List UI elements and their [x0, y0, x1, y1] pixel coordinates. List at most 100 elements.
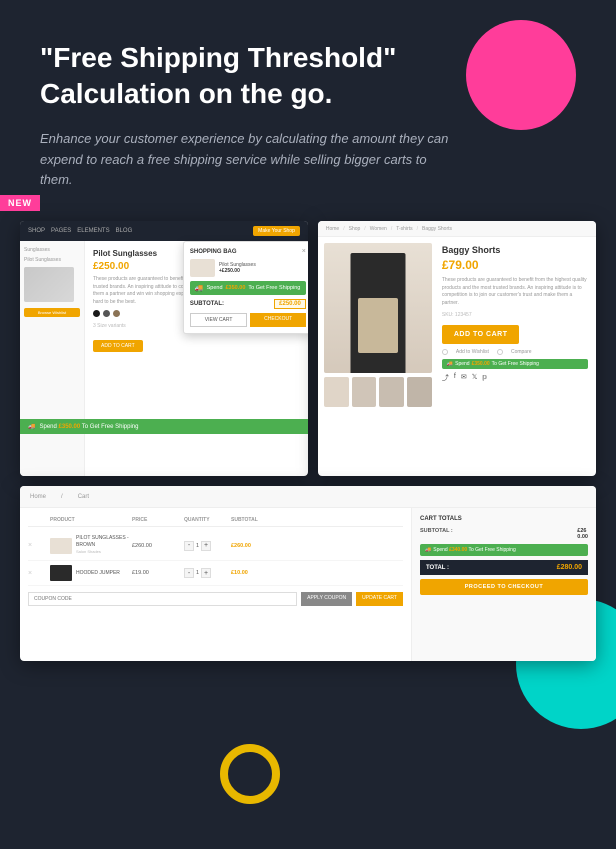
product-images — [318, 237, 438, 476]
product-detail-body: Baggy Shorts £79.00 These products are g… — [318, 237, 596, 476]
proceed-to-checkout-button[interactable]: PROCEED TO CHECKOUT — [420, 579, 588, 595]
product-shipping-amount: £350.00 — [472, 361, 490, 367]
sidebar-subbreadcrumb: Pilot Sunglasses — [24, 257, 80, 263]
cart-item-price: +£250.00 — [219, 268, 256, 274]
wishlist-label[interactable]: Add to Wishlist — [456, 349, 489, 355]
cart-subtotal-label: SUBTOTAL : — [420, 528, 453, 540]
cart-item-info: Pilot Sunglasses +£250.00 — [219, 262, 256, 274]
cart-table: PRODUCT PRICE QUANTITY SUBTOTAL × PILOT … — [20, 508, 411, 661]
item-1-subtotal: £260.00 — [231, 543, 286, 549]
browse-wishlist-btn[interactable]: Browse Wishlist — [24, 308, 80, 317]
bottom-shipping-banner: 🚚 Spend £350.00 To Get Free Shipping — [20, 419, 308, 434]
cart-total-label: TOTAL : — [426, 565, 449, 571]
qty-increase-1[interactable]: + — [201, 541, 211, 551]
screenshot-product-detail: Home / Shop / Women / T-shirts / Baggy S… — [318, 221, 596, 476]
shipping-truck-icon: 🚚 — [447, 361, 453, 367]
item-2-qty-control: - 1 + — [184, 568, 229, 578]
cart-total-value: £280.00 — [557, 564, 582, 571]
item-2-price: £19.00 — [132, 570, 182, 576]
breadcrumb-women[interactable]: Women — [370, 226, 387, 232]
screenshot-product-page: SHOP PAGES ELEMENTS BLOG Make Your Shop … — [20, 221, 308, 476]
screenshot-cart: Home / Cart PRODUCT PRICE QUANTITY SUBTO… — [20, 486, 596, 661]
cart-item-image — [190, 259, 215, 277]
screenshots-row1: SHOP PAGES ELEMENTS BLOG Make Your Shop … — [20, 221, 596, 476]
add-to-cart-big-button[interactable]: ADD TO CART — [442, 325, 520, 344]
wishlist-compare-row: Add to Wishlist Compare — [442, 349, 588, 355]
qty-value-1: 1 — [196, 543, 199, 549]
col-remove — [28, 517, 48, 523]
product-thumb-2[interactable] — [352, 377, 377, 407]
cart-body: PRODUCT PRICE QUANTITY SUBTOTAL × PILOT … — [20, 508, 596, 661]
checkout-button[interactable]: CHECKOUT — [250, 313, 306, 327]
free-shipping-banner: 🚚 Spend £350.00 To Get Free Shipping — [190, 281, 306, 295]
cart-popup: SHOPPING BAG × Pilot Sunglasses +£250.00… — [183, 241, 308, 334]
item-2-name: HOODED JUMPER — [76, 570, 120, 577]
compare-label[interactable]: Compare — [511, 349, 532, 355]
product-thumb-3[interactable] — [379, 377, 404, 407]
color-dot-black[interactable] — [93, 310, 100, 317]
cart-close-icon[interactable]: × — [302, 248, 306, 255]
twitter-icon[interactable]: 𝕏 — [472, 373, 478, 383]
remove-item-2-button[interactable]: × — [28, 570, 48, 577]
breadcrumb-tshirts[interactable]: T-shirts — [396, 226, 412, 232]
qty-decrease-2[interactable]: - — [184, 568, 194, 578]
cart-shipping-icon: 🚚 — [425, 547, 431, 553]
cart-table-header: PRODUCT PRICE QUANTITY SUBTOTAL — [28, 514, 403, 527]
color-dot-gray[interactable] — [103, 310, 110, 317]
wishlist-checkbox[interactable] — [442, 349, 448, 355]
breadcrumb-shop[interactable]: Shop — [349, 226, 361, 232]
truck-icon: 🚚 — [195, 284, 204, 292]
sidebar-product-thumb — [24, 267, 74, 302]
item-2-info: HOODED JUMPER — [50, 565, 130, 581]
share-icon[interactable]: ⤴ — [442, 373, 449, 383]
compare-checkbox[interactable] — [497, 349, 503, 355]
nav-item-blog[interactable]: BLOG — [116, 228, 133, 234]
main-title: "Free Shipping Threshold" Calculation on… — [40, 40, 460, 113]
product-thumb-4[interactable] — [407, 377, 432, 407]
cart-row-2: × HOODED JUMPER £19.00 - 1 + £10.00 — [28, 561, 403, 586]
cart-breadcrumb-cart[interactable]: Cart — [78, 494, 89, 500]
facebook-icon[interactable]: f — [454, 373, 456, 383]
product-detail-info: Baggy Shorts £79.00 These products are g… — [438, 237, 596, 476]
qty-decrease-1[interactable]: - — [184, 541, 194, 551]
social-share-icons: ⤴ f ✉ 𝕏 𝕡 — [442, 373, 588, 383]
update-cart-button[interactable]: UPDATE CART — [356, 592, 403, 606]
product-page-body: Sunglasses Pilot Sunglasses Browse Wishl… — [20, 241, 308, 476]
subtitle-text: Enhance your customer experience by calc… — [40, 129, 460, 191]
product-main-image[interactable] — [324, 243, 432, 373]
coupon-input[interactable] — [28, 592, 297, 606]
color-dot-brown[interactable] — [113, 310, 120, 317]
item-1-info: PILOT SUNGLASSES - BROWNSalon Shades — [50, 535, 130, 556]
cart-subtotal-row: SUBTOTAL : £260.00 — [420, 528, 588, 540]
breadcrumb-home[interactable]: Home — [326, 226, 339, 232]
product-detail-price: £79.00 — [442, 258, 588, 272]
remove-item-1-button[interactable]: × — [28, 542, 48, 549]
email-icon[interactable]: ✉ — [461, 373, 467, 383]
breadcrumb-baggy[interactable]: Baggy Shorts — [422, 226, 452, 232]
product-sku: SKU: 123457 — [442, 312, 588, 318]
header-section: "Free Shipping Threshold" Calculation on… — [0, 0, 616, 211]
product-detail-desc: These products are guaranteed to benefit… — [442, 277, 588, 307]
add-to-cart-button[interactable]: ADD TO CART — [93, 340, 143, 352]
qty-increase-2[interactable]: + — [201, 568, 211, 578]
cart-header: Home / Cart — [20, 486, 596, 508]
cart-item: Pilot Sunglasses +£250.00 — [190, 259, 306, 277]
product-thumb-1[interactable] — [324, 377, 349, 407]
coupon-section: APPLY COUPON UPDATE CART — [28, 592, 403, 606]
shipping-text-pre: Spend — [207, 285, 223, 291]
product-detail-name: Baggy Shorts — [442, 245, 588, 255]
nav-cta-btn[interactable]: Make Your Shop — [253, 226, 300, 236]
nav-item-elements[interactable]: ELEMENTS — [77, 228, 109, 234]
product-sidebar: Sunglasses Pilot Sunglasses Browse Wishl… — [20, 241, 85, 476]
shipping-banner-text: Spend £350.00 To Get Free Shipping — [39, 424, 138, 430]
nav-item-shop[interactable]: SHOP — [28, 228, 45, 234]
cart-popup-title: SHOPPING BAG — [190, 249, 237, 255]
product-thumbnails — [324, 377, 432, 407]
view-cart-button[interactable]: VIEW CART — [190, 313, 248, 327]
apply-coupon-button[interactable]: APPLY COUPON — [301, 592, 352, 606]
cart-totals-panel: CART TOTALS SUBTOTAL : £260.00 🚚 Spend £… — [411, 508, 596, 661]
nav-item-pages[interactable]: PAGES — [51, 228, 71, 234]
cart-breadcrumb-home[interactable]: Home — [30, 494, 46, 500]
subtotal-label: SUBTOTAL: — [190, 301, 224, 307]
pinterest-icon[interactable]: 𝕡 — [482, 373, 487, 383]
